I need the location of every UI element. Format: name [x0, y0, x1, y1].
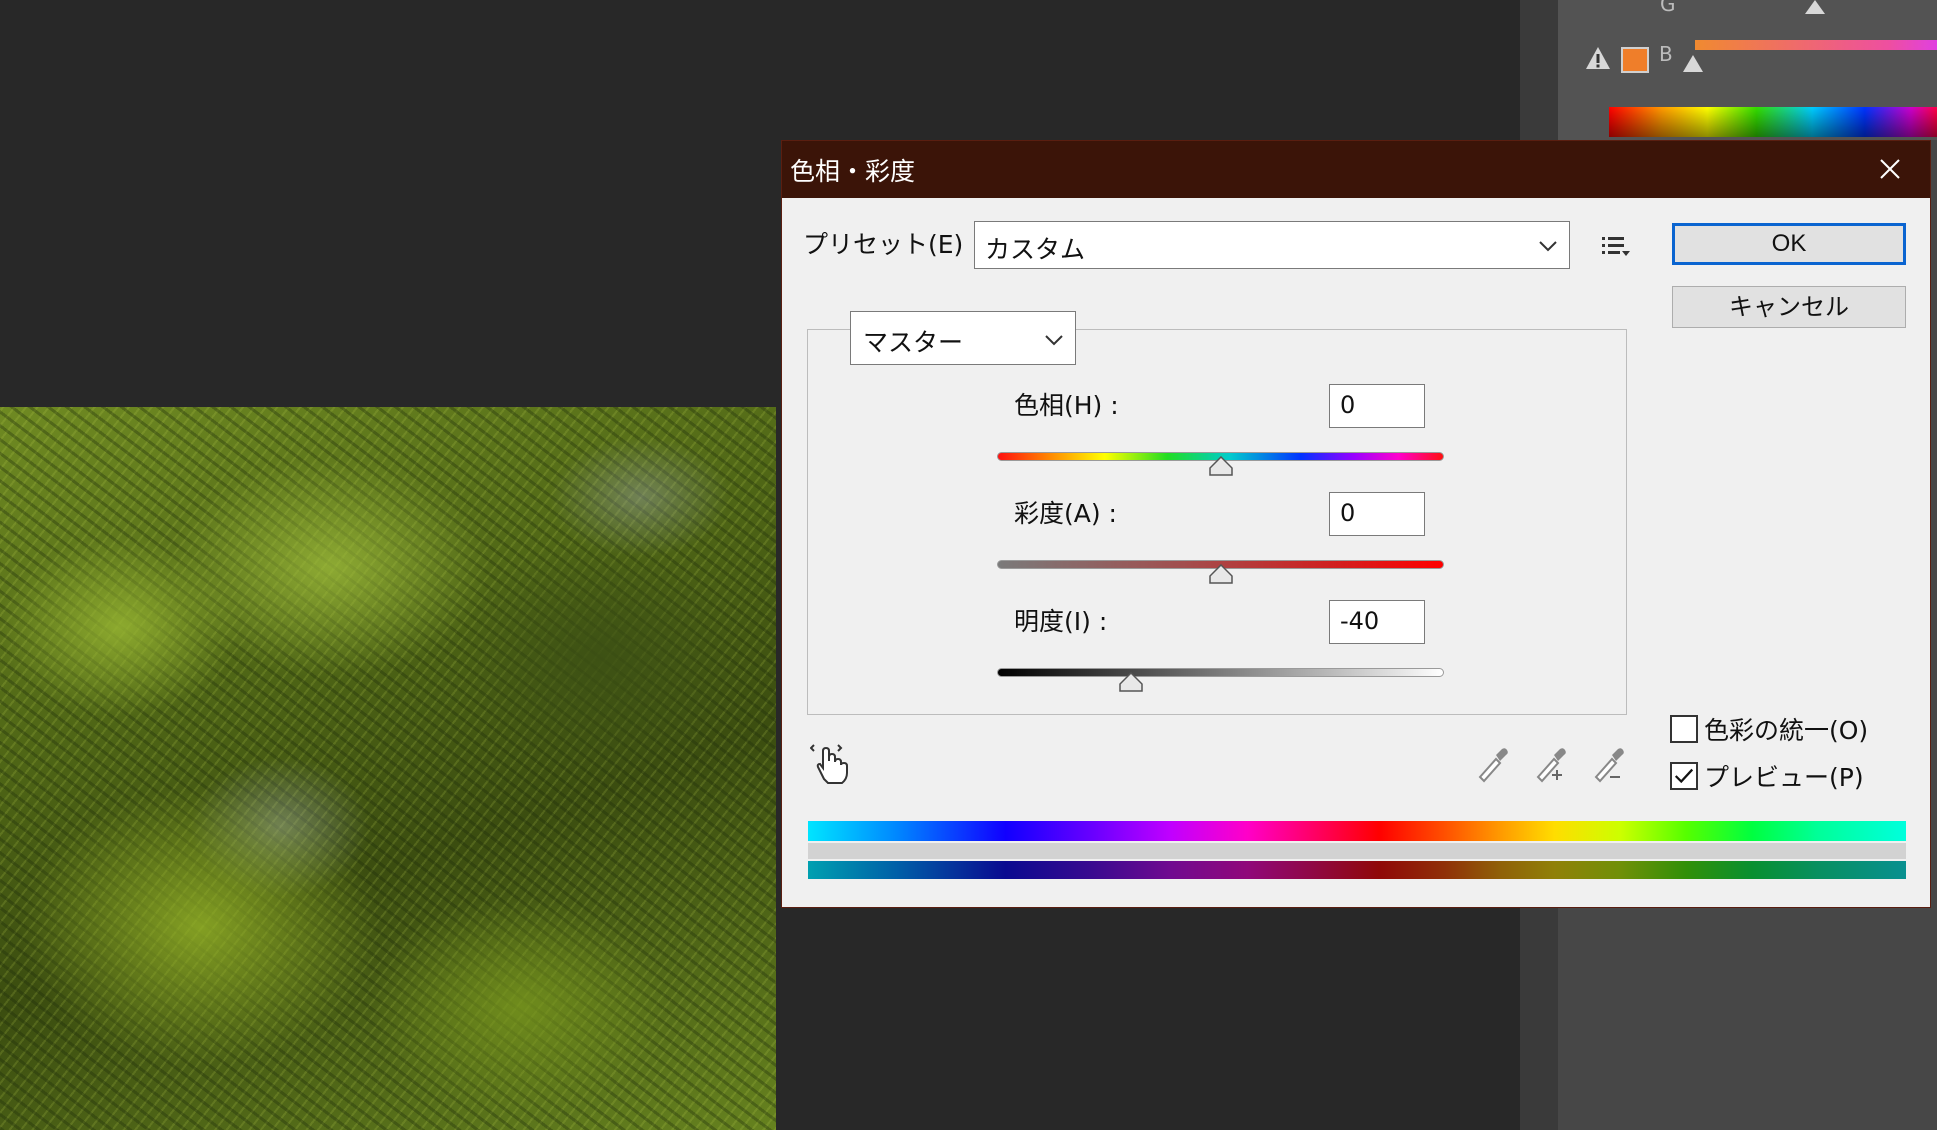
input-color-spectrum [808, 821, 1906, 841]
lightness-slider[interactable] [997, 668, 1444, 677]
hue-slider-thumb[interactable] [1208, 456, 1234, 476]
output-color-spectrum [808, 861, 1906, 879]
eyedropper-minus-icon[interactable] [1588, 741, 1628, 785]
b-channel-label: B [1659, 42, 1673, 66]
g-channel-label: G [1660, 0, 1676, 16]
dialog-title: 色相・彩度 [790, 157, 916, 186]
lightness-slider-thumb[interactable] [1118, 672, 1144, 692]
colorize-label: 色彩の統一(O) [1704, 716, 1869, 745]
channel-dropdown[interactable]: マスター [850, 311, 1076, 365]
ok-button[interactable]: OK [1672, 223, 1906, 265]
saturation-label: 彩度(A) : [1014, 499, 1117, 528]
lightness-input[interactable]: -40 [1329, 600, 1425, 644]
eyedropper-plus-icon[interactable] [1530, 741, 1570, 785]
b-channel-slider[interactable] [1695, 40, 1937, 50]
color-ramp-spectrum[interactable] [1609, 107, 1937, 137]
canvas-image-tree-canopy[interactable] [0, 407, 776, 1130]
saturation-slider-thumb[interactable] [1208, 564, 1234, 584]
color-range-bar[interactable] [808, 843, 1906, 859]
close-icon[interactable] [1870, 149, 1910, 189]
preset-label: プリセット(E) : [803, 230, 980, 259]
g-channel-slider-thumb[interactable] [1805, 0, 1825, 14]
lightness-label: 明度(I) : [1014, 607, 1108, 636]
dialog-titlebar[interactable]: 色相・彩度 [782, 141, 1930, 198]
chevron-down-icon [1045, 335, 1063, 346]
colorize-checkbox-box[interactable] [1670, 715, 1698, 743]
adjustment-group-box [807, 329, 1627, 715]
cancel-button[interactable]: キャンセル [1672, 286, 1906, 328]
checkmark-icon [1674, 768, 1694, 784]
hue-saturation-dialog: 色相・彩度 プリセット(E) : カスタム OK キャンセル マスター 色相(H… [781, 140, 1931, 908]
hue-input[interactable]: 0 [1329, 384, 1425, 428]
hand-pointer-icon[interactable] [810, 741, 852, 785]
eyedropper-icon[interactable] [1472, 741, 1512, 785]
warning-icon[interactable] [1585, 46, 1611, 70]
chevron-down-icon [1539, 241, 1557, 252]
hue-label: 色相(H) : [1014, 391, 1119, 420]
channel-selected-value: マスター [863, 328, 964, 357]
b-channel-slider-thumb[interactable] [1683, 55, 1703, 72]
saturation-input[interactable]: 0 [1329, 492, 1425, 536]
preset-selected-value: カスタム [985, 235, 1086, 264]
preset-dropdown[interactable]: カスタム [974, 221, 1570, 269]
preview-checkbox-box[interactable] [1670, 762, 1698, 790]
gamut-color-swatch[interactable] [1621, 47, 1649, 73]
preset-options-icon[interactable] [1600, 231, 1632, 261]
preview-label: プレビュー(P) [1704, 763, 1864, 792]
